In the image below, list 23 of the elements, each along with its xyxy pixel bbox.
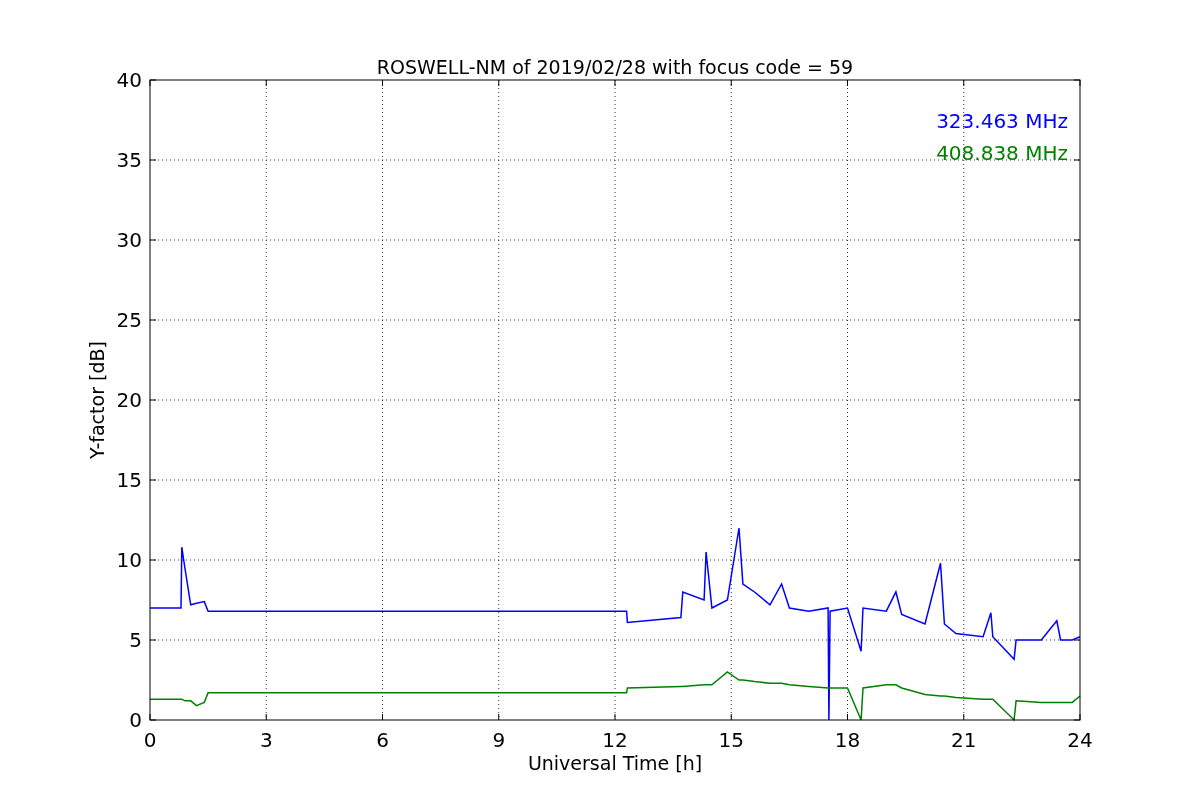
y-tick-label: 5 — [129, 628, 142, 652]
y-tick-label: 40 — [116, 68, 142, 92]
x-tick-label: 24 — [1067, 728, 1093, 752]
x-tick-label: 15 — [718, 728, 744, 752]
y-tick-label: 10 — [116, 548, 142, 572]
x-tick-label: 0 — [143, 728, 157, 752]
legend-label: 408.838 MHz — [936, 141, 1068, 165]
y-tick-label: 35 — [116, 148, 142, 172]
y-axis-label: Y-factor [dB] — [86, 341, 108, 459]
y-tick-label: 15 — [116, 468, 142, 492]
y-tick-label: 20 — [116, 388, 142, 412]
chart-title: ROSWELL-NM of 2019/02/28 with focus code = 59 — [376, 56, 854, 78]
x-axis-label: Universal Time [h] — [527, 752, 703, 774]
x-tick-label: 3 — [259, 728, 273, 752]
y-tick-label: 30 — [116, 228, 142, 252]
y-tick-label: 0 — [129, 708, 142, 732]
x-tick-label: 9 — [492, 728, 506, 752]
y-tick-label: 25 — [116, 308, 142, 332]
x-tick-label: 12 — [602, 728, 628, 752]
x-tick-label: 18 — [834, 728, 861, 752]
legend-label: 323.463 MHz — [936, 109, 1068, 133]
x-tick-label: 21 — [951, 728, 977, 752]
x-tick-label: 6 — [376, 728, 389, 752]
